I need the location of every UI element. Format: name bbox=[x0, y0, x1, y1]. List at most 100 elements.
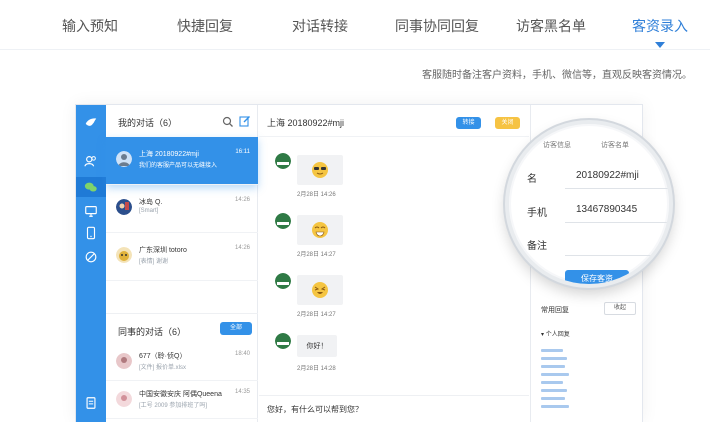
conversation-name: 上海 20180922#mji bbox=[139, 151, 199, 158]
tab-colleague-collab[interactable]: 同事协同回复 bbox=[395, 16, 479, 36]
phone-label: 手机 bbox=[527, 208, 547, 219]
phone-field-underline bbox=[565, 222, 669, 223]
end-chat-button[interactable]: 关闭 bbox=[495, 117, 520, 129]
grin-emoji-icon bbox=[312, 222, 328, 238]
colleague-conversation-item[interactable]: 中国安徽安庆 阿偶Queena [工号 2009 参加排班了吗] 14:35 bbox=[106, 381, 258, 419]
magnifier-lens: 访客信息 访客名单 名 20180922#mji 手机 13467890345 … bbox=[505, 120, 673, 288]
conversation-list: 我的对话（6） 上海 20180922#mji 我们的客服产品可以无缝接入 16… bbox=[106, 105, 258, 422]
chat-input-text: 您好，有什么可以帮到您？ bbox=[267, 405, 363, 414]
message-time: 2月28日 14:27 bbox=[297, 252, 336, 258]
tab-customer-entry[interactable]: 客资录入 bbox=[632, 16, 688, 36]
avatar bbox=[116, 199, 132, 215]
active-tab-caret-icon bbox=[655, 42, 665, 48]
name-field[interactable]: 20180922#mji bbox=[576, 170, 639, 181]
reply-link-line[interactable] bbox=[541, 373, 569, 376]
collapse-button[interactable]: 收起 bbox=[604, 302, 636, 315]
chat-message: 2月28日 14:26 bbox=[275, 153, 425, 203]
reply-link-line[interactable] bbox=[541, 389, 567, 392]
personal-reply-section[interactable]: ▾ 个人回复 bbox=[541, 329, 570, 338]
note-label: 备注 bbox=[527, 241, 547, 252]
colleague-conversations-header: 同事的对话（6） 全部 bbox=[106, 313, 258, 343]
phone-icon[interactable] bbox=[83, 225, 99, 241]
conversation-preview: [工号 2009 参加排班了吗] bbox=[139, 403, 208, 409]
feature-tagline: 客服随时备注客户资料，手机、微信等，直观反映客资情况。 bbox=[422, 70, 692, 81]
reply-link-line[interactable] bbox=[541, 365, 565, 368]
user-group-icon[interactable] bbox=[83, 153, 99, 169]
note-field[interactable] bbox=[565, 255, 669, 256]
block-icon[interactable] bbox=[83, 249, 99, 265]
message-bubble: 你好！ bbox=[297, 335, 337, 357]
lens-tab-visitor-list: 访客名单 bbox=[601, 142, 629, 149]
conversation-item[interactable]: 广东深圳 totoro [表情] 谢谢 14:26 bbox=[106, 233, 258, 281]
conversation-time: 14:26 bbox=[234, 197, 250, 203]
conversation-name: 677（聆·侦Q） bbox=[139, 353, 187, 360]
chat-header: 上海 20180922#mji 转接 关闭 bbox=[259, 105, 529, 137]
tab-quick-reply[interactable]: 快捷回复 bbox=[177, 16, 233, 36]
message-time: 2月28日 14:27 bbox=[297, 312, 336, 318]
transfer-button[interactable]: 转接 bbox=[456, 117, 481, 129]
avatar bbox=[116, 391, 132, 407]
monitor-icon[interactable] bbox=[83, 203, 99, 219]
laughing-emoji-icon bbox=[312, 282, 328, 298]
avatar bbox=[116, 151, 132, 167]
name-field-underline bbox=[565, 188, 669, 189]
message-bubble bbox=[297, 215, 343, 245]
reply-link-line[interactable] bbox=[541, 357, 567, 360]
avatar bbox=[116, 353, 132, 369]
message-bubble bbox=[297, 155, 343, 185]
message-time: 2月28日 14:26 bbox=[297, 192, 336, 198]
chat-message: 你好！ 2月28日 14:28 bbox=[275, 333, 425, 383]
conversation-name: 广东深圳 totoro bbox=[139, 247, 187, 254]
tabs-divider bbox=[0, 49, 710, 50]
feature-tabs: 输入预知 快捷回复 对话转接 同事协同回复 访客黑名单 客资录入 bbox=[0, 0, 710, 48]
chat-message: 2月28日 14:27 bbox=[275, 213, 425, 263]
conversation-preview: [表情] 谢谢 bbox=[139, 259, 169, 265]
conversation-name: 冰岛 Q. bbox=[139, 199, 163, 206]
personal-reply-label: 个人回复 bbox=[545, 332, 570, 338]
tab-conversation-transfer[interactable]: 对话转接 bbox=[292, 16, 348, 36]
avatar bbox=[116, 247, 132, 263]
lens-tab-visitor-info: 访客信息 bbox=[543, 142, 571, 149]
visitor-avatar-icon bbox=[275, 153, 291, 169]
my-conversations-title: 我的对话（6） bbox=[118, 118, 178, 128]
chat-message: 2月28日 14:27 bbox=[275, 273, 425, 323]
sunglasses-emoji-icon bbox=[312, 162, 328, 178]
conversation-item-active[interactable]: 上海 20180922#mji 我们的客服产品可以无缝接入 16:11 bbox=[106, 137, 258, 185]
visitor-avatar-icon bbox=[275, 273, 291, 289]
reply-link-line[interactable] bbox=[541, 381, 563, 384]
conversation-time: 16:11 bbox=[235, 149, 250, 155]
reply-link-line[interactable] bbox=[541, 405, 569, 408]
document-icon[interactable] bbox=[83, 395, 99, 411]
conversation-preview: [Smart] bbox=[139, 208, 159, 214]
reply-link-line[interactable] bbox=[541, 397, 565, 400]
visitor-avatar-icon bbox=[275, 333, 291, 349]
chat-area: 上海 20180922#mji 转接 关闭 2月28日 14:26 2月28日 … bbox=[259, 105, 529, 422]
conversation-list-header: 我的对话（6） bbox=[106, 105, 258, 137]
tab-visitor-blacklist[interactable]: 访客黑名单 bbox=[516, 16, 586, 36]
chat-title: 上海 20180922#mji bbox=[267, 118, 345, 128]
conversation-time: 18:40 bbox=[234, 351, 250, 357]
conversation-time: 14:26 bbox=[234, 245, 250, 251]
bird-logo-icon bbox=[83, 115, 99, 131]
visitor-avatar-icon bbox=[275, 213, 291, 229]
message-bubble bbox=[297, 275, 343, 305]
name-label: 名 bbox=[527, 174, 537, 185]
view-all-button[interactable]: 全部 bbox=[220, 322, 252, 335]
conversation-preview: [文件] 报价单.xlsx bbox=[139, 365, 187, 371]
tab-input-preview[interactable]: 输入预知 bbox=[62, 16, 118, 36]
reply-link-line[interactable] bbox=[541, 349, 563, 352]
search-icon[interactable] bbox=[222, 115, 234, 127]
wechat-icon[interactable] bbox=[76, 177, 106, 197]
colleague-conversation-item[interactable]: 677（聆·侦Q） [文件] 报价单.xlsx 18:40 bbox=[106, 343, 258, 381]
nav-rail bbox=[76, 105, 106, 422]
conversation-time: 14:35 bbox=[234, 389, 250, 395]
conversation-item[interactable]: 冰岛 Q. [Smart] 14:26 bbox=[106, 185, 258, 233]
chat-input-box[interactable]: 您好，有什么可以帮到您？ bbox=[259, 395, 529, 422]
conversation-name: 中国安徽安庆 阿偶Queena bbox=[139, 391, 222, 398]
compose-icon[interactable] bbox=[239, 114, 251, 127]
common-reply-label: 常用回复 bbox=[541, 307, 569, 314]
conversation-preview: 我们的客服产品可以无缝接入 bbox=[139, 163, 218, 169]
colleague-conversations-title: 同事的对话（6） bbox=[118, 327, 187, 337]
message-time: 2月28日 14:28 bbox=[297, 366, 336, 372]
phone-field[interactable]: 13467890345 bbox=[576, 204, 637, 215]
